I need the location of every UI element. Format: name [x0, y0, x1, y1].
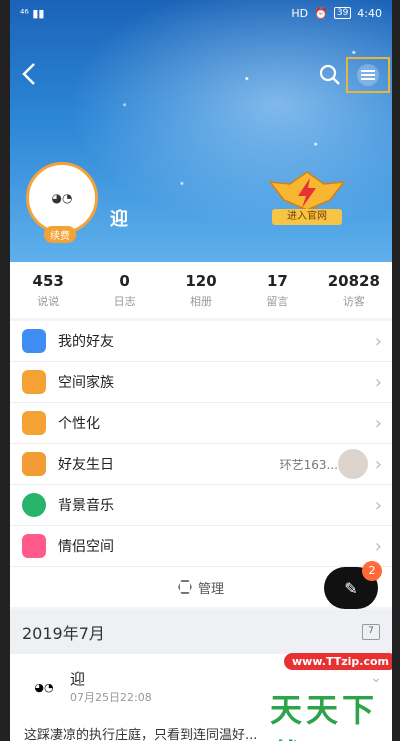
avatar[interactable]: ◕◔: [26, 162, 98, 234]
calendar-icon[interactable]: 7: [362, 624, 380, 640]
alarm-icon: ⏰: [314, 6, 328, 20]
watermark-url: www.TTzip.com: [284, 653, 392, 670]
stat-visitors[interactable]: 20828 访客: [316, 262, 392, 318]
more-menu-button[interactable]: [346, 57, 390, 93]
signal-indicator: ⁴⁶ ▮▮: [20, 6, 45, 20]
chevron-right-icon: ›: [374, 453, 382, 475]
menu-item-personalize[interactable]: 个性化 ›: [10, 403, 392, 444]
tshirt-icon: [22, 411, 46, 435]
family-icon: [22, 370, 46, 394]
birthday-friend-name: 环艺163...: [279, 457, 338, 472]
menu-icon: [357, 64, 379, 86]
friend-avatar: [338, 449, 368, 479]
chevron-right-icon: ›: [374, 494, 382, 516]
cake-icon: [22, 452, 46, 476]
clock: 4:40: [357, 6, 382, 20]
back-icon[interactable]: [18, 60, 40, 88]
menu-list: 我的好友 › 空间家族 › 个性化 › 好友生日 环艺163... › 背景音乐…: [10, 321, 392, 607]
avatar-image: ◕◔: [51, 191, 73, 205]
stat-posts[interactable]: 453 说说: [10, 262, 86, 318]
feed-author: 迎: [70, 670, 86, 688]
enter-official-site-label[interactable]: 进入官网: [272, 209, 342, 225]
heart-icon: [22, 534, 46, 558]
stat-messages[interactable]: 17 留言: [239, 262, 315, 318]
chevron-right-icon: ›: [374, 330, 382, 352]
profile-cover: ⁴⁶ ▮▮ HD ⏰ 39 4:40 ◕◔ 续费 迎 进入官网: [10, 0, 392, 262]
menu-item-couple[interactable]: 情侣空间 ›: [10, 526, 392, 567]
notification-badge: 2: [362, 561, 382, 581]
chevron-right-icon: ›: [374, 371, 382, 393]
chevron-right-icon: ›: [374, 412, 382, 434]
chevron-right-icon: ›: [374, 535, 382, 557]
stat-albums[interactable]: 120 相册: [163, 262, 239, 318]
hexagon-icon: [177, 580, 192, 594]
username: 迎: [110, 209, 128, 230]
hd-indicator: HD: [291, 6, 309, 20]
friends-icon: [22, 329, 46, 353]
phone-screen: ⁴⁶ ▮▮ HD ⏰ 39 4:40 ◕◔ 续费 迎 进入官网 453 说说 0…: [10, 0, 392, 741]
menu-item-music[interactable]: 背景音乐 ›: [10, 485, 392, 526]
month-label: 2019年7月: [22, 624, 105, 643]
stats-bar: 453 说说 0 日志 120 相册 17 留言 20828 访客: [10, 262, 392, 318]
menu-item-family[interactable]: 空间家族 ›: [10, 362, 392, 403]
menu-item-friends[interactable]: 我的好友 ›: [10, 321, 392, 362]
vip-renew-tag[interactable]: 续费: [44, 226, 76, 243]
stat-blogs[interactable]: 0 日志: [86, 262, 162, 318]
watermark-text: 天天下载: [270, 691, 379, 741]
feed-time: 07月25日22:08: [70, 691, 152, 704]
menu-item-birthdays[interactable]: 好友生日 环艺163... ›: [10, 444, 392, 485]
battery-indicator: 39: [333, 7, 352, 19]
status-bar: ⁴⁶ ▮▮ HD ⏰ 39 4:40: [10, 0, 392, 26]
music-icon: [22, 493, 46, 517]
feather-icon: ✎: [344, 578, 358, 598]
feed-avatar[interactable]: ◕◔: [24, 668, 64, 708]
search-icon[interactable]: [318, 63, 342, 87]
site-watermark: www.TTzip.com 天天下载: [210, 645, 392, 741]
